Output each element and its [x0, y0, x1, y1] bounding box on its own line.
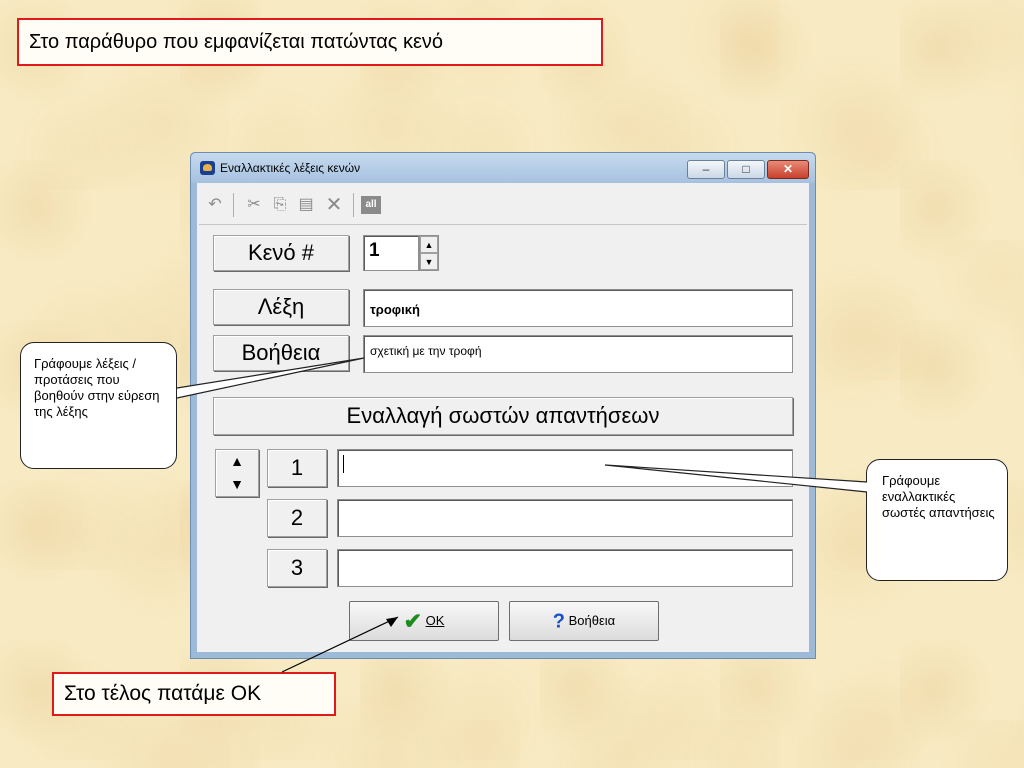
minimize-button[interactable]: – — [687, 160, 725, 179]
select-all-icon[interactable]: all — [361, 196, 381, 214]
alternative-answer-input[interactable] — [337, 549, 793, 587]
cut-icon[interactable]: ✂ — [243, 195, 265, 215]
question-icon: ? — [552, 610, 566, 633]
close-button[interactable]: ✕ — [767, 160, 809, 179]
slide-title: Στο παράθυρο που εμφανίζεται πατώντας κε… — [17, 18, 603, 66]
word-label: Λέξη — [213, 289, 349, 325]
toolbar: ↶ ✂ ⎘ ▤ ✕ all — [199, 185, 807, 225]
app-icon — [200, 161, 215, 175]
window-title: Εναλλακτικές λέξεις κενών — [220, 161, 361, 175]
checkmark-icon: ✔ — [403, 608, 422, 634]
alternative-number: 3 — [267, 549, 327, 587]
title-bar: Εναλλακτικές λέξεις κενών – □ ✕ — [191, 153, 815, 183]
gap-number-input[interactable]: 1 — [363, 235, 419, 271]
copy-icon[interactable]: ⎘ — [269, 195, 291, 215]
gap-number-spinner: ▲ ▼ — [419, 235, 439, 271]
right-callout: Γράφουμε εναλλακτικές σωστές απαντήσεις — [866, 459, 1008, 581]
alternative-answer-input[interactable] — [337, 449, 793, 487]
alternative-number: 1 — [267, 449, 327, 487]
delete-icon[interactable]: ✕ — [323, 195, 345, 215]
help-label: Βοήθεια — [213, 335, 349, 371]
alternative-answer-input[interactable] — [337, 499, 793, 537]
move-up-icon[interactable]: ▲ — [216, 450, 258, 473]
word-input[interactable]: τροφική — [363, 289, 793, 327]
bottom-callout: Στο τέλος πατάμε ΟΚ — [52, 672, 336, 716]
ok-button-label: OK — [425, 613, 445, 628]
alternative-number: 2 — [267, 499, 327, 537]
toolbar-separator — [233, 193, 234, 217]
left-callout: Γράφουμε λέξεις /προτάσεις που βοηθούν σ… — [20, 342, 177, 469]
dialog-client-area: ↶ ✂ ⎘ ▤ ✕ all Κενό # 1 ▲ ▼ Λέξη τροφική … — [197, 183, 809, 652]
alternatives-header: Εναλλαγή σωστών απαντήσεων — [213, 397, 793, 435]
maximize-button[interactable]: □ — [727, 160, 765, 179]
move-down-icon[interactable]: ▼ — [216, 473, 258, 496]
gap-number-label: Κενό # — [213, 235, 349, 271]
dialog-window: Εναλλακτικές λέξεις κενών – □ ✕ ↶ ✂ ⎘ ▤ … — [190, 152, 816, 659]
help-button[interactable]: ? Βοήθεια — [509, 601, 659, 641]
help-input[interactable]: σχετική με την τροφή — [363, 335, 793, 373]
paste-icon[interactable]: ▤ — [295, 195, 317, 215]
help-button-label: Βοήθεια — [568, 613, 616, 628]
ok-button[interactable]: ✔ OK — [349, 601, 499, 641]
spin-down-icon[interactable]: ▼ — [420, 253, 438, 270]
reorder-arrows: ▲ ▼ — [215, 449, 259, 497]
spin-up-icon[interactable]: ▲ — [420, 236, 438, 253]
text-caret — [343, 455, 344, 473]
undo-icon[interactable]: ↶ — [205, 195, 225, 215]
toolbar-separator — [353, 193, 354, 217]
